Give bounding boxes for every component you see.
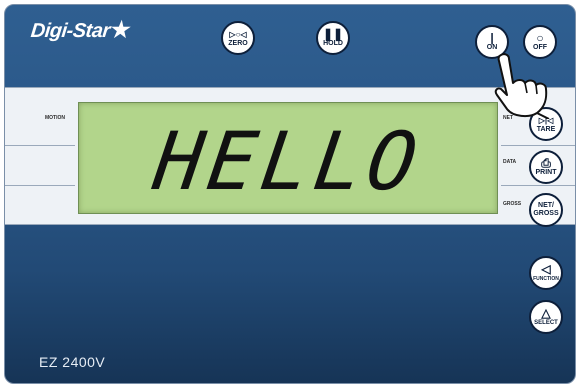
lcd-display: HELLO (78, 102, 498, 214)
net-gross-label: NET/ GROSS (533, 202, 559, 217)
zero-button[interactable]: ▷○◁ ZERO (221, 21, 255, 55)
hold-button[interactable]: ❚❚ HOLD (316, 21, 350, 55)
zero-label: ZERO (228, 39, 248, 47)
brand-logo: Digi-Star★ (30, 17, 132, 43)
printer-icon: ⎙ (541, 155, 551, 170)
print-button[interactable]: ⎙ PRINT (529, 150, 563, 184)
power-off-icon: ○ (536, 30, 544, 45)
brand-name: Digi-Star (29, 20, 111, 42)
left-arrow-icon: ◁ (541, 261, 551, 276)
divider (5, 145, 75, 146)
hold-label: HOLD (323, 39, 343, 47)
divider (5, 185, 75, 186)
divider (501, 145, 575, 146)
model-label: EZ 2400V (39, 354, 106, 370)
indicator-panel: Digi-Star★ ▷○◁ ZERO ❚❚ HOLD | ON ○ OFF M… (4, 4, 576, 384)
motion-indicator: MOTION (45, 115, 65, 121)
tare-label: TARE (536, 125, 556, 133)
print-label: PRINT (535, 168, 557, 176)
power-on-icon: | (490, 30, 494, 45)
function-label: FUNCTION (533, 275, 559, 282)
data-indicator: DATA (503, 159, 517, 165)
zero-icon: ▷○◁ (229, 29, 247, 39)
gross-indicator: GROSS (503, 201, 522, 207)
star-icon: ★ (109, 17, 132, 42)
up-arrow-icon: △ (541, 305, 551, 320)
pointing-hand-icon (494, 53, 550, 119)
net-gross-button[interactable]: NET/ GROSS (529, 193, 563, 227)
pause-icon: ❚❚ (322, 26, 344, 41)
function-button[interactable]: ◁ FUNCTION (529, 256, 563, 290)
select-label: SELECT (534, 319, 558, 326)
divider (501, 185, 575, 186)
lcd-readout: HELLO (148, 115, 428, 208)
select-button[interactable]: △ SELECT (529, 300, 563, 334)
